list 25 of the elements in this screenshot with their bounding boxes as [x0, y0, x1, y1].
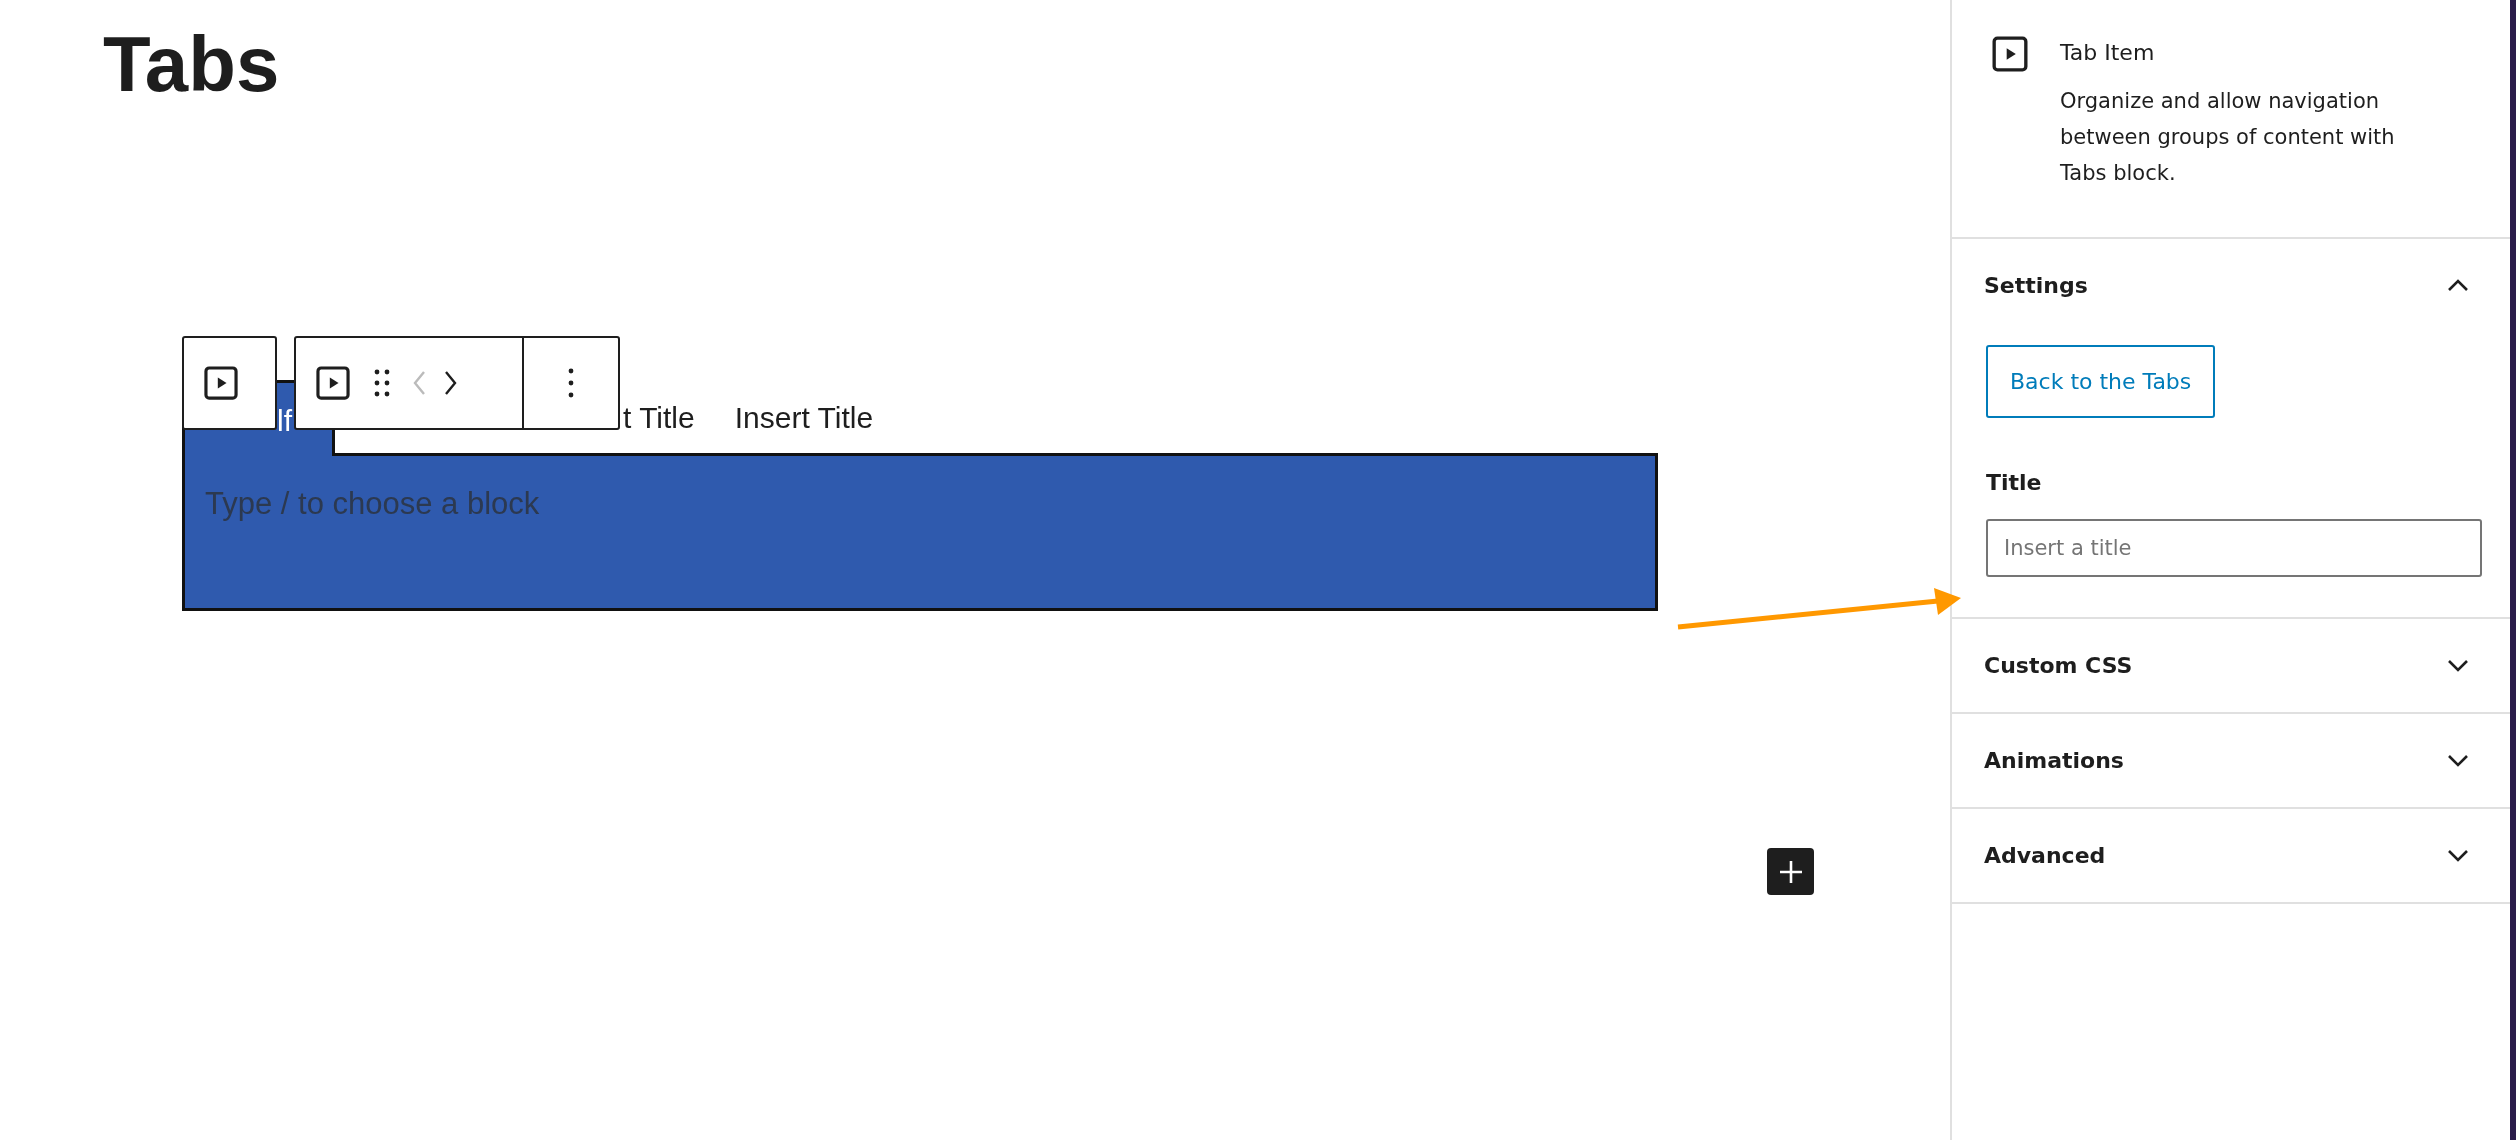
block-title: Tab Item: [2060, 40, 2156, 65]
panel-header[interactable]: Settings: [1952, 239, 2510, 331]
panel-header[interactable]: Custom CSS: [1952, 619, 2510, 712]
tab[interactable]: lf: [277, 404, 292, 439]
chevron-right-icon: [444, 369, 458, 396]
chevron-down-icon: [2446, 753, 2470, 768]
chevron-down-icon: [2446, 848, 2470, 863]
more-vertical-icon: [567, 366, 575, 399]
title-input[interactable]: Insert a title: [1986, 519, 2482, 577]
panel-header[interactable]: Animations: [1952, 714, 2510, 807]
plus-icon: [1777, 858, 1804, 885]
play-icon: [314, 363, 352, 402]
chevron-left-icon: [412, 369, 426, 396]
page-title: Tabs: [103, 22, 281, 108]
play-icon: [202, 363, 240, 402]
chevron-down-icon: [2446, 658, 2470, 673]
add-block-button[interactable]: [1767, 848, 1814, 895]
tab[interactable]: t Title: [623, 401, 695, 436]
chevron-up-icon: [2446, 278, 2470, 292]
tab[interactable]: Insert Title: [734, 401, 874, 436]
back-to-tabs-button[interactable]: Back to the Tabs: [1986, 345, 2216, 418]
block-description: Organize and allow navigation between groups of content with Tabs block.: [2060, 88, 2396, 187]
title-label: Title: [1986, 470, 2043, 495]
block-icon: [1990, 34, 2030, 74]
panel-header[interactable]: Advanced: [1952, 809, 2510, 902]
